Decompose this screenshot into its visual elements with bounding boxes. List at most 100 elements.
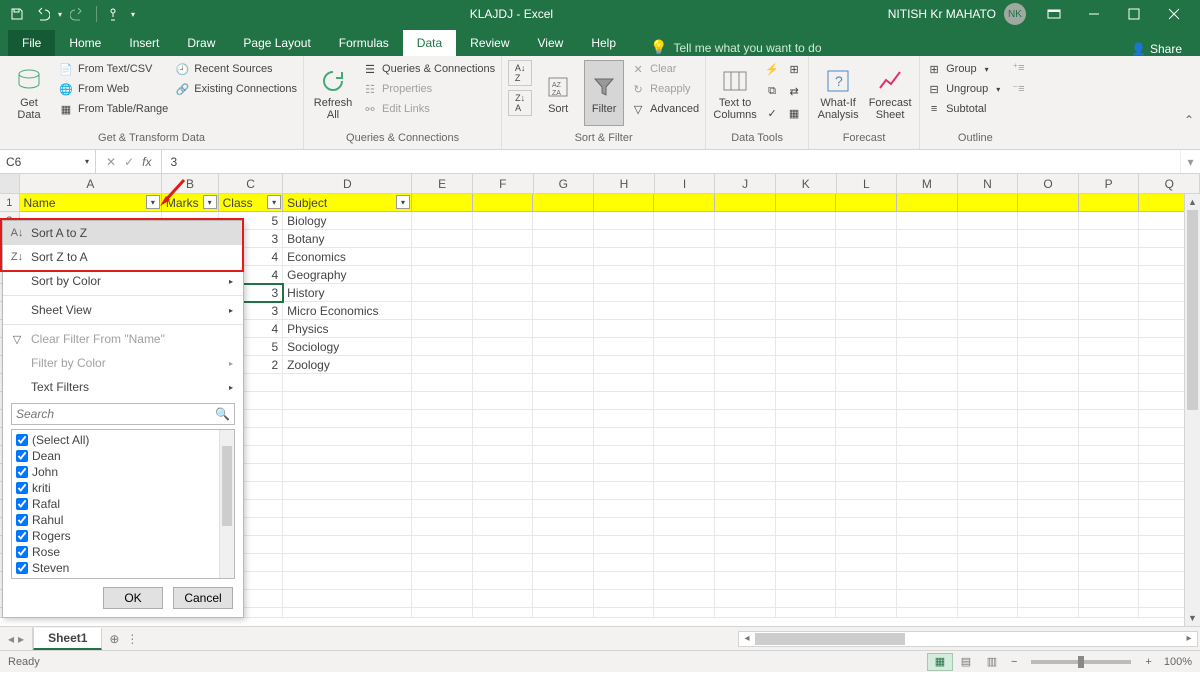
cell[interactable]: [473, 554, 534, 572]
cell[interactable]: [776, 590, 837, 608]
cell[interactable]: Physics: [283, 320, 412, 338]
cell[interactable]: [412, 572, 473, 590]
cell[interactable]: [958, 302, 1019, 320]
cell[interactable]: [776, 320, 837, 338]
touch-mode-icon[interactable]: [105, 3, 127, 25]
cell[interactable]: [594, 464, 655, 482]
cell[interactable]: [715, 392, 776, 410]
cell[interactable]: [412, 608, 473, 618]
cell[interactable]: [1018, 374, 1079, 392]
cell[interactable]: [1018, 212, 1079, 230]
cell[interactable]: [533, 266, 594, 284]
cell[interactable]: [776, 338, 837, 356]
consolidate[interactable]: ⊞: [786, 60, 802, 78]
cell[interactable]: [533, 518, 594, 536]
cell[interactable]: [776, 500, 837, 518]
filter-check-item[interactable]: Rafal: [14, 496, 217, 512]
cell[interactable]: Economics: [283, 248, 412, 266]
cell[interactable]: [283, 410, 412, 428]
cell[interactable]: [897, 554, 958, 572]
cell[interactable]: [533, 392, 594, 410]
sort-by-color[interactable]: Sort by Color▸: [3, 269, 243, 293]
zoom-level[interactable]: 100%: [1164, 656, 1192, 668]
cell[interactable]: [715, 302, 776, 320]
cell[interactable]: [958, 608, 1019, 618]
cell[interactable]: [897, 212, 958, 230]
hscroll-thumb[interactable]: [755, 633, 905, 645]
formula-input[interactable]: 3: [162, 150, 1180, 173]
refresh-all-button[interactable]: Refresh All: [310, 60, 356, 126]
cell[interactable]: [594, 338, 655, 356]
hscroll-right[interactable]: ▸: [1181, 633, 1197, 644]
cancel-formula-icon[interactable]: ✕: [106, 155, 116, 169]
cell[interactable]: [412, 410, 473, 428]
close-button[interactable]: [1154, 0, 1194, 28]
cell[interactable]: [1079, 518, 1140, 536]
col-header-B[interactable]: B: [162, 174, 219, 193]
cell[interactable]: [836, 590, 897, 608]
cell[interactable]: [958, 554, 1019, 572]
cell[interactable]: [958, 428, 1019, 446]
sort-z-to-a[interactable]: Z↓Sort Z to A: [3, 245, 243, 269]
cell[interactable]: [473, 356, 534, 374]
undo-icon[interactable]: [32, 3, 54, 25]
cell[interactable]: [897, 356, 958, 374]
cell[interactable]: [836, 248, 897, 266]
zoom-slider[interactable]: [1031, 660, 1131, 664]
scroll-thumb[interactable]: [1187, 210, 1198, 410]
cell[interactable]: [412, 590, 473, 608]
cell[interactable]: [897, 320, 958, 338]
cell[interactable]: [473, 248, 534, 266]
cell[interactable]: [473, 212, 534, 230]
cell[interactable]: [594, 320, 655, 338]
filter-check-item[interactable]: Rahul: [14, 512, 217, 528]
from-table-range[interactable]: ▦From Table/Range: [58, 100, 168, 118]
cell[interactable]: [654, 500, 715, 518]
cell[interactable]: [715, 482, 776, 500]
filter-checkbox[interactable]: [16, 482, 28, 494]
cell[interactable]: [1018, 392, 1079, 410]
cell[interactable]: [594, 446, 655, 464]
view-page-layout[interactable]: ▤: [953, 653, 979, 671]
cell[interactable]: [836, 428, 897, 446]
filter-dropdown-button[interactable]: ▾: [146, 195, 160, 209]
cell[interactable]: [473, 284, 534, 302]
filter-dropdown-button[interactable]: ▾: [203, 195, 217, 209]
cell[interactable]: [533, 338, 594, 356]
cell[interactable]: Marks▾: [162, 194, 219, 212]
filter-check-item[interactable]: Dean: [14, 448, 217, 464]
cell[interactable]: [473, 410, 534, 428]
cell[interactable]: [412, 248, 473, 266]
cell[interactable]: [594, 266, 655, 284]
filter-checkbox[interactable]: [16, 562, 28, 574]
cell[interactable]: Geography: [283, 266, 412, 284]
cell[interactable]: [654, 266, 715, 284]
cell[interactable]: [836, 212, 897, 230]
cell[interactable]: [533, 608, 594, 618]
cell[interactable]: [473, 500, 534, 518]
cell[interactable]: [1079, 500, 1140, 518]
cell[interactable]: [776, 266, 837, 284]
filter-check-item[interactable]: Rose: [14, 544, 217, 560]
cell[interactable]: [897, 374, 958, 392]
cell[interactable]: Botany: [283, 230, 412, 248]
cell[interactable]: [654, 194, 715, 212]
select-all-corner[interactable]: [0, 174, 20, 193]
cell[interactable]: [654, 320, 715, 338]
cell[interactable]: [1018, 536, 1079, 554]
col-header-G[interactable]: G: [534, 174, 595, 193]
cell[interactable]: Sociology: [283, 338, 412, 356]
cell[interactable]: [283, 374, 412, 392]
advanced-filter[interactable]: ▽Advanced: [630, 100, 699, 118]
show-detail[interactable]: ⁺≡: [1012, 60, 1024, 75]
col-header-M[interactable]: M: [897, 174, 958, 193]
cell[interactable]: [836, 194, 897, 212]
cell[interactable]: [715, 428, 776, 446]
cell[interactable]: [715, 554, 776, 572]
col-header-I[interactable]: I: [655, 174, 716, 193]
view-normal[interactable]: ▦: [927, 653, 953, 671]
cell[interactable]: [958, 338, 1019, 356]
cell[interactable]: [412, 284, 473, 302]
cell[interactable]: [958, 500, 1019, 518]
existing-connections[interactable]: 🔗Existing Connections: [174, 80, 297, 98]
